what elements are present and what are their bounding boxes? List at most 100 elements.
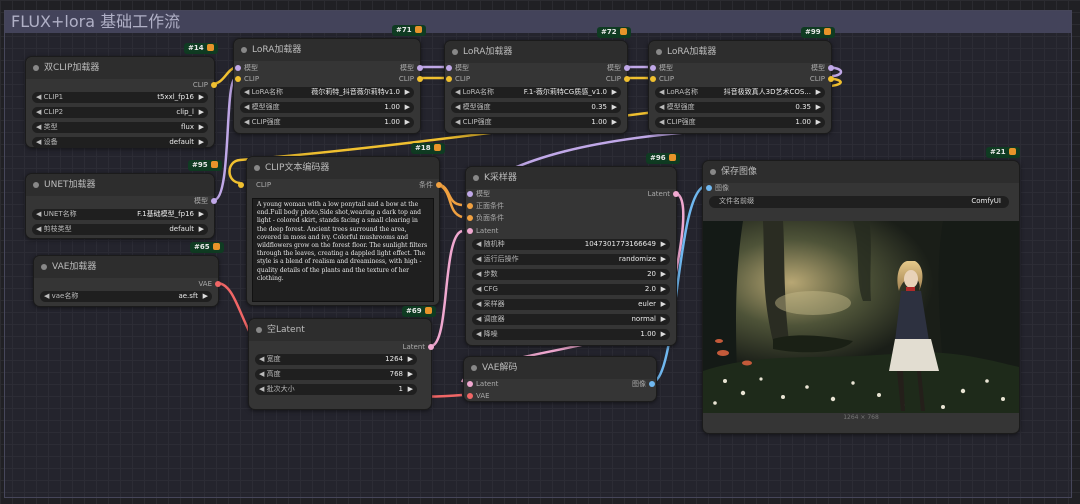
arrow-right-icon[interactable]: ▶ (408, 369, 413, 380)
widget-control-after-generate[interactable]: ◀ 运行后操作 randomize ▶ (472, 254, 670, 265)
arrow-right-icon[interactable]: ▶ (199, 122, 204, 133)
node-title-bar[interactable]: 双CLIP加载器 (26, 57, 214, 79)
node-dual-clip-loader[interactable]: 双CLIP加载器 CLIP ◀ CLIP1 t5xxl_fp16 ▶ ◀ CLIP2… (25, 56, 217, 148)
arrow-right-icon[interactable]: ▶ (612, 102, 617, 113)
input-negative[interactable]: 负面条件 (467, 213, 504, 223)
arrow-left-icon[interactable]: ◀ (659, 103, 667, 111)
widget-lora-name[interactable]: ◀ LoRA名称 F.1-薇尔莉特CG质感_v1.0 ▶ (451, 87, 621, 98)
widget-vae-name[interactable]: ◀ vae名称 ae.sft ▶ (40, 291, 212, 302)
port-dot-icon[interactable] (446, 65, 452, 71)
output-latent[interactable]: Latent (648, 189, 679, 199)
arrow-right-icon[interactable]: ▶ (612, 87, 617, 98)
collapse-dot-icon[interactable] (241, 47, 247, 53)
arrow-right-icon[interactable]: ▶ (661, 329, 666, 340)
node-lora-loader-2[interactable]: LoRA加载器 模型 CLIP 模型 CLIP ◀ LoRA名称 F.1-薇尔莉特… (444, 40, 630, 134)
node-title-bar[interactable]: CLIP文本编码器 (247, 157, 439, 179)
arrow-left-icon[interactable]: ◀ (659, 88, 667, 96)
widget-lora-name[interactable]: ◀ LoRA名称 抖音极致真人3D艺术COS... ▶ (655, 87, 825, 98)
collapse-dot-icon[interactable] (452, 49, 458, 55)
node-empty-latent[interactable]: 空Latent Latent ◀ 宽度 1264 ▶ ◀ 高度 768 ▶ ◀ 批次大小… (248, 318, 434, 410)
node-ksampler[interactable]: K采样器 模型 正面条件 负面条件 Latent Latent ◀ 随机种 104… (465, 166, 679, 346)
output-model[interactable]: 模型 (194, 196, 217, 206)
widget-device[interactable]: ◀ 设备 default ▶ (32, 137, 208, 148)
arrow-right-icon[interactable]: ▶ (661, 269, 666, 280)
arrow-right-icon[interactable]: ▶ (661, 299, 666, 310)
port-dot-icon[interactable] (467, 381, 473, 387)
node-title-bar[interactable]: LoRA加载器 (445, 41, 627, 63)
arrow-right-icon[interactable]: ▶ (405, 117, 410, 128)
input-positive[interactable]: 正面条件 (467, 201, 504, 211)
collapse-dot-icon[interactable] (33, 182, 39, 188)
arrow-left-icon[interactable]: ◀ (244, 103, 252, 111)
arrow-left-icon[interactable]: ◀ (36, 225, 44, 233)
port-dot-icon[interactable] (467, 393, 473, 399)
widget-clip2[interactable]: ◀ CLIP2 clip_l ▶ (32, 107, 208, 118)
widget-clip-strength[interactable]: ◀ CLIP强度 1.00 ▶ (240, 117, 414, 128)
arrow-right-icon[interactable]: ▶ (661, 239, 666, 250)
arrow-right-icon[interactable]: ▶ (661, 284, 666, 295)
output-conditioning[interactable]: 条件 (419, 180, 442, 190)
node-title-bar[interactable]: LoRA加载器 (649, 41, 831, 63)
arrow-left-icon[interactable]: ◀ (36, 93, 44, 101)
arrow-left-icon[interactable]: ◀ (244, 118, 252, 126)
collapse-dot-icon[interactable] (471, 365, 477, 371)
widget-sampler[interactable]: ◀ 采样器 euler ▶ (472, 299, 670, 310)
port-dot-icon[interactable] (417, 65, 423, 71)
port-dot-icon[interactable] (235, 76, 241, 82)
node-vae-loader[interactable]: VAE加载器 VAE ◀ vae名称 ae.sft ▶ (33, 255, 221, 307)
arrow-right-icon[interactable]: ▶ (661, 254, 666, 265)
arrow-right-icon[interactable]: ▶ (199, 137, 204, 148)
widget-lora-name[interactable]: ◀ LoRA名称 薇尔莉特_抖音薇尔莉特v1.0 ▶ (240, 87, 414, 98)
arrow-left-icon[interactable]: ◀ (476, 300, 484, 308)
output-clip[interactable]: CLIP (606, 74, 630, 84)
collapse-dot-icon[interactable] (656, 49, 662, 55)
input-clip[interactable]: CLIP (650, 74, 674, 84)
arrow-left-icon[interactable]: ◀ (36, 123, 44, 131)
widget-steps[interactable]: ◀ 步数 20 ▶ (472, 269, 670, 280)
output-model[interactable]: 模型 (607, 63, 630, 73)
widget-filename-prefix[interactable]: 文件名前缀 ComfyUI (709, 196, 1009, 208)
node-vae-decode[interactable]: VAE解码 Latent VAE 图像 (463, 356, 657, 402)
widget-clip-strength[interactable]: ◀ CLIP强度 1.00 ▶ (451, 117, 621, 128)
arrow-right-icon[interactable]: ▶ (199, 224, 204, 235)
node-save-image[interactable]: 保存图像 图像 文件名前缀 ComfyUI 1264 × 768 (702, 160, 1020, 434)
node-title-bar[interactable]: 保存图像 (703, 161, 1019, 183)
input-model[interactable]: 模型 (446, 63, 469, 73)
arrow-left-icon[interactable]: ◀ (44, 292, 52, 300)
arrow-right-icon[interactable]: ▶ (661, 314, 666, 325)
node-title-bar[interactable]: VAE加载器 (34, 256, 218, 278)
arrow-left-icon[interactable]: ◀ (36, 138, 44, 146)
widget-scheduler[interactable]: ◀ 调度器 normal ▶ (472, 314, 670, 325)
node-lora-loader-1[interactable]: LoRA加载器 模型 CLIP 模型 CLIP ◀ LoRA名称 薇尔莉特_抖音薇… (233, 38, 423, 134)
arrow-left-icon[interactable]: ◀ (476, 240, 484, 248)
node-title-bar[interactable]: VAE解码 (464, 357, 656, 379)
arrow-right-icon[interactable]: ▶ (405, 102, 410, 113)
port-dot-icon[interactable] (467, 191, 473, 197)
port-dot-icon[interactable] (215, 281, 221, 287)
arrow-left-icon[interactable]: ◀ (659, 118, 667, 126)
input-model[interactable]: 模型 (467, 189, 490, 199)
input-image[interactable]: 图像 (706, 183, 729, 193)
arrow-left-icon[interactable]: ◀ (476, 330, 484, 338)
widget-height[interactable]: ◀ 高度 768 ▶ (255, 369, 417, 380)
port-dot-icon[interactable] (828, 76, 834, 82)
port-dot-icon[interactable] (436, 182, 442, 188)
input-latent[interactable]: Latent (467, 379, 498, 389)
arrow-left-icon[interactable]: ◀ (455, 88, 463, 96)
node-title-bar[interactable]: UNET加载器 (26, 174, 214, 196)
arrow-right-icon[interactable]: ▶ (816, 87, 821, 98)
node-title-bar[interactable]: K采样器 (466, 167, 676, 189)
arrow-left-icon[interactable]: ◀ (476, 285, 484, 293)
input-vae[interactable]: VAE (467, 391, 490, 401)
widget-clip-strength[interactable]: ◀ CLIP强度 1.00 ▶ (655, 117, 825, 128)
prompt-textarea[interactable]: A young woman with a low ponytail and a … (252, 198, 434, 302)
arrow-right-icon[interactable]: ▶ (408, 354, 413, 365)
arrow-right-icon[interactable]: ▶ (405, 87, 410, 98)
output-clip[interactable]: CLIP (399, 74, 423, 84)
widget-type[interactable]: ◀ 类型 flux ▶ (32, 122, 208, 133)
port-dot-icon[interactable] (238, 182, 244, 188)
port-dot-icon[interactable] (211, 198, 217, 204)
port-dot-icon[interactable] (467, 228, 473, 234)
collapse-dot-icon[interactable] (33, 65, 39, 71)
port-dot-icon[interactable] (467, 215, 473, 221)
